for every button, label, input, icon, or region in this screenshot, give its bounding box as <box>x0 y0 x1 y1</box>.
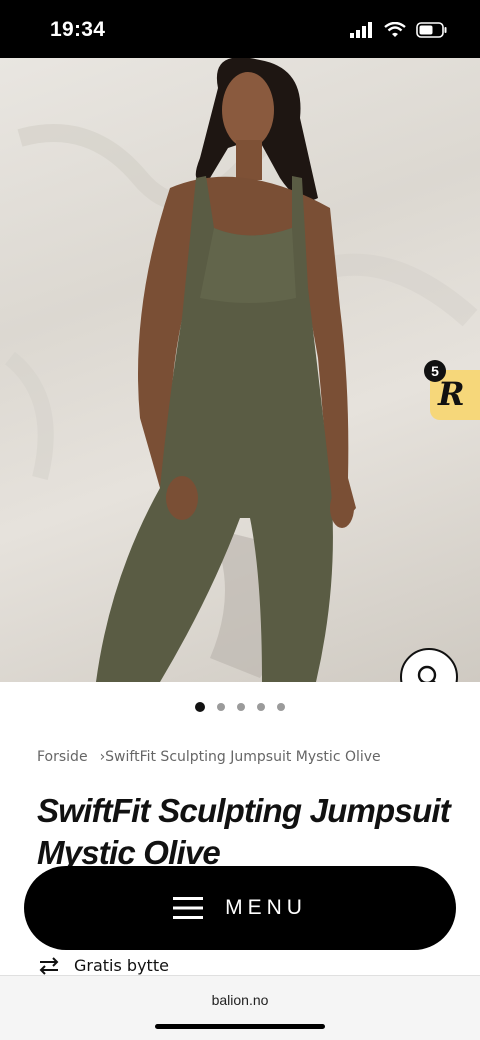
status-time: 19:34 <box>50 18 106 41</box>
breadcrumb-current: SwiftFit Sculpting Jumpsuit Mystic Olive <box>105 749 381 765</box>
hamburger-icon <box>173 897 204 919</box>
carousel-dot[interactable] <box>237 703 245 711</box>
menu-button[interactable]: MENU <box>24 866 456 950</box>
product-title: SwiftFit Sculpting Jumpsuit Mystic Olive <box>37 792 451 870</box>
url-text[interactable]: balion.no <box>0 992 480 1008</box>
carousel-dots <box>0 702 480 712</box>
exchange-info: Gratis bytte <box>38 956 169 975</box>
exchange-arrows-icon <box>39 956 59 975</box>
carousel-dot[interactable] <box>217 703 225 711</box>
carousel-dot[interactable] <box>195 702 205 712</box>
signal-icon <box>350 22 372 38</box>
exchange-text: Gratis bytte <box>74 956 169 975</box>
carousel-dot[interactable] <box>277 703 285 711</box>
product-image[interactable]: R 5 <box>0 58 480 682</box>
breadcrumb-home-link[interactable]: Forside <box>37 749 88 765</box>
home-indicator[interactable] <box>155 1024 325 1029</box>
search-icon <box>417 665 437 682</box>
status-icons <box>350 22 448 38</box>
status-bar: 19:34 <box>0 0 480 58</box>
menu-label: MENU <box>225 896 307 919</box>
badge-count: 5 <box>424 360 446 382</box>
wifi-icon <box>384 22 406 37</box>
battery-icon <box>416 22 447 38</box>
product-photo-illustration <box>4 58 478 682</box>
badge-letter: R <box>438 375 465 413</box>
breadcrumb: Forside ›SwiftFit Sculpting Jumpsuit Myst… <box>37 749 381 765</box>
carousel-dot[interactable] <box>257 703 265 711</box>
browser-address-bar[interactable]: balion.no <box>0 975 480 1040</box>
